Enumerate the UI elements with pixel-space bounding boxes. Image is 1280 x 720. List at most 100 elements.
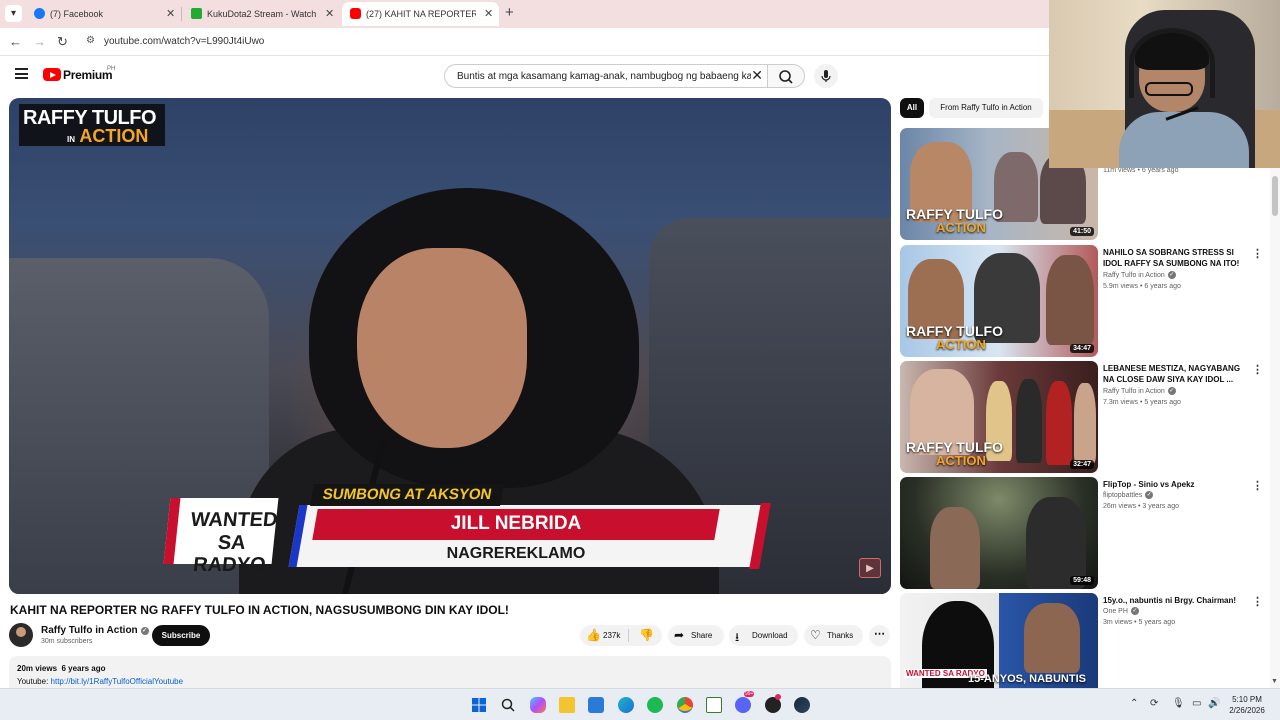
notepad-icon[interactable] — [706, 697, 722, 713]
volume-icon[interactable]: 🔊 — [1208, 698, 1220, 709]
recommendation-title[interactable]: FlipTop - Sinio vs Apekz — [1103, 479, 1243, 490]
recommendation-channel-row[interactable]: Raffy Tulfo in Action ✓ — [1103, 387, 1176, 395]
thumbs-up-icon[interactable]: 👍 — [586, 628, 601, 642]
recommendation-title[interactable]: 15y.o., nabuntis ni Brgy. Chairman! — [1103, 595, 1243, 606]
back-icon[interactable]: ← — [9, 34, 22, 49]
program-line2: SA RADYO — [192, 532, 267, 576]
recommendation-thumbnail[interactable]: RAFFY TULFO ACTION 32:47 — [900, 361, 1098, 473]
subscribe-button[interactable]: Subscribe — [152, 625, 210, 646]
recommendation-title[interactable]: NAHILO SA SOBRANG STRESS SI IDOL RAFFY S… — [1103, 247, 1243, 269]
thumbnail-person — [1016, 379, 1042, 463]
thanks-button[interactable]: ♡ Thanks — [804, 625, 863, 646]
thumbnail-person — [1024, 603, 1080, 673]
search-button[interactable] — [767, 64, 805, 88]
subscribe-watermark-icon[interactable]: ▶ — [859, 558, 881, 578]
show-logo-line2: IN ACTION — [67, 126, 148, 147]
speaker-name: JILL NEBRIDA — [450, 513, 582, 534]
thumbnail-person — [930, 507, 980, 589]
more-vert-icon[interactable]: ⋮ — [1252, 595, 1263, 608]
tab-search-dropdown[interactable]: ▾ — [5, 5, 22, 22]
recommendation-item[interactable]: RAFFY TULFO ACTION 34:47 NAHILO SA SOBRA… — [900, 245, 1272, 357]
recommendation-thumbnail[interactable]: WANTED SA RADYO 15-ANYOS, NABUNTIS — [900, 593, 1098, 688]
sync-icon[interactable]: ⟳ — [1150, 698, 1158, 709]
duration-badge: 32:47 — [1070, 460, 1094, 469]
more-vert-icon[interactable]: ⋮ — [1252, 247, 1263, 260]
obs-icon[interactable] — [765, 694, 781, 713]
new-tab-button[interactable]: + — [505, 4, 514, 21]
like-divider — [628, 629, 629, 642]
recommendation-channel[interactable]: fliptopbattles — [1103, 492, 1142, 499]
reload-icon[interactable]: ↻ — [57, 34, 68, 50]
verified-icon: ✓ — [1167, 271, 1176, 279]
system-clock[interactable]: 5:10 PM 2/26/2026 — [1222, 694, 1272, 716]
edge-icon[interactable] — [618, 697, 634, 713]
video-player[interactable]: RAFFY TULFO IN ACTION WANTED SA RADYO SU… — [9, 98, 891, 594]
more-actions-button[interactable]: ⋯ — [869, 625, 890, 646]
scroll-down-icon[interactable]: ▼ — [1271, 678, 1278, 685]
display-icon[interactable]: ▭ — [1192, 698, 1201, 709]
channel-name-row[interactable]: Raffy Tulfo in Action ✓ — [41, 625, 149, 636]
recommendation-item[interactable]: WANTED SA RADYO 15-ANYOS, NABUNTIS 15y.o… — [900, 593, 1272, 688]
discord-icon[interactable]: 99+ — [735, 691, 755, 713]
thumbnail-text: 15-ANYOS, NABUNTIS — [968, 673, 1086, 685]
microphone-icon[interactable]: 🎙 — [1172, 698, 1185, 709]
url-field[interactable]: youtube.com/watch?v=L990Jt4iUwo — [104, 36, 264, 47]
copilot-icon[interactable] — [530, 697, 546, 713]
recommendation-channel[interactable]: Raffy Tulfo in Action — [1103, 272, 1165, 279]
search-value[interactable]: Buntis at mga kasamang kamag-anak, nambu… — [457, 71, 751, 82]
webcam-overlay — [1049, 0, 1280, 168]
more-vert-icon[interactable]: ⋮ — [1252, 479, 1263, 492]
file-explorer-icon[interactable] — [559, 697, 575, 713]
more-vert-icon[interactable]: ⋮ — [1252, 363, 1263, 376]
forward-icon[interactable]: → — [33, 34, 46, 49]
close-tab-icon[interactable]: ✕ — [325, 7, 334, 20]
windows-start-icon[interactable] — [471, 697, 487, 713]
recommendation-title[interactable]: LEBANESE MESTIZA, NAGYABANG NA CLOSE DAW… — [1103, 363, 1243, 385]
steam-icon[interactable] — [794, 697, 810, 713]
recommendation-channel[interactable]: One PH — [1103, 608, 1128, 615]
download-button[interactable]: ⭳ Download — [729, 625, 798, 646]
chip-all[interactable]: All — [900, 98, 924, 118]
scrollbar-thumb[interactable] — [1272, 176, 1278, 216]
tab-kukudota2[interactable]: KukuDota2 Stream - Watch Live ✕ — [183, 2, 337, 26]
voice-search-button[interactable] — [814, 64, 838, 88]
recommendation-channel-row[interactable]: One PH ✓ — [1103, 607, 1139, 615]
search-icon[interactable] — [500, 697, 516, 713]
like-count[interactable]: 237k — [603, 631, 620, 640]
recommendation-thumbnail[interactable]: 59:48 — [900, 477, 1098, 589]
channel-avatar[interactable] — [9, 623, 33, 647]
region-code: PH — [107, 66, 116, 72]
chevron-up-icon[interactable]: ⌃ — [1130, 698, 1138, 709]
spotify-icon[interactable] — [647, 697, 663, 713]
logo-text[interactable]: Premium — [63, 68, 113, 82]
recommendation-channel-row[interactable]: fliptopbattles ✓ — [1103, 491, 1154, 499]
chrome-icon[interactable] — [677, 697, 693, 713]
close-tab-icon[interactable]: ✕ — [484, 7, 493, 20]
microsoft-store-icon[interactable] — [588, 697, 604, 713]
webcam-person-shirt — [1119, 112, 1249, 168]
search-input[interactable]: Buntis at mga kasamang kamag-anak, nambu… — [444, 64, 767, 88]
thumbs-down-icon[interactable]: 👎 — [639, 628, 654, 642]
thumbnail-person — [1046, 255, 1094, 345]
menu-icon[interactable] — [15, 68, 28, 79]
recommendation-channel[interactable]: Raffy Tulfo in Action — [1103, 388, 1165, 395]
recommendation-thumbnail[interactable]: RAFFY TULFO ACTION 34:47 — [900, 245, 1098, 357]
recommendation-item[interactable]: RAFFY TULFO ACTION 32:47 LEBANESE MESTIZ… — [900, 361, 1272, 473]
description-line: Youtube: http://bit.ly/1RaffyTulfoOffici… — [17, 677, 183, 686]
description-link[interactable]: http://bit.ly/1RaffyTulfoOfficialYoutube — [51, 677, 184, 686]
close-tab-icon[interactable]: ✕ — [166, 7, 175, 20]
channel-name[interactable]: Raffy Tulfo in Action — [41, 625, 138, 636]
tab-youtube-active[interactable]: (27) KAHIT NA REPORTER NG RAFFY ✕ — [342, 2, 499, 26]
site-info-icon[interactable]: ⚙ — [86, 35, 95, 46]
page-scrollbar[interactable] — [1270, 168, 1280, 688]
tab-separator — [181, 7, 182, 21]
clear-search-icon[interactable]: ✕ — [751, 67, 763, 84]
share-button[interactable]: ➦ Share — [668, 625, 724, 646]
discord-badge: 99+ — [744, 691, 755, 697]
recommendation-item[interactable]: 59:48 FlipTop - Sinio vs Apekz fliptopba… — [900, 477, 1272, 589]
recommendation-channel-row[interactable]: Raffy Tulfo in Action ✓ — [1103, 271, 1176, 279]
chip-from-channel[interactable]: From Raffy Tulfo in Action — [929, 98, 1043, 118]
youtube-logo-icon[interactable] — [43, 68, 61, 81]
tab-facebook[interactable]: (7) Facebook ✕ — [26, 2, 178, 26]
kuku-icon — [191, 8, 202, 19]
